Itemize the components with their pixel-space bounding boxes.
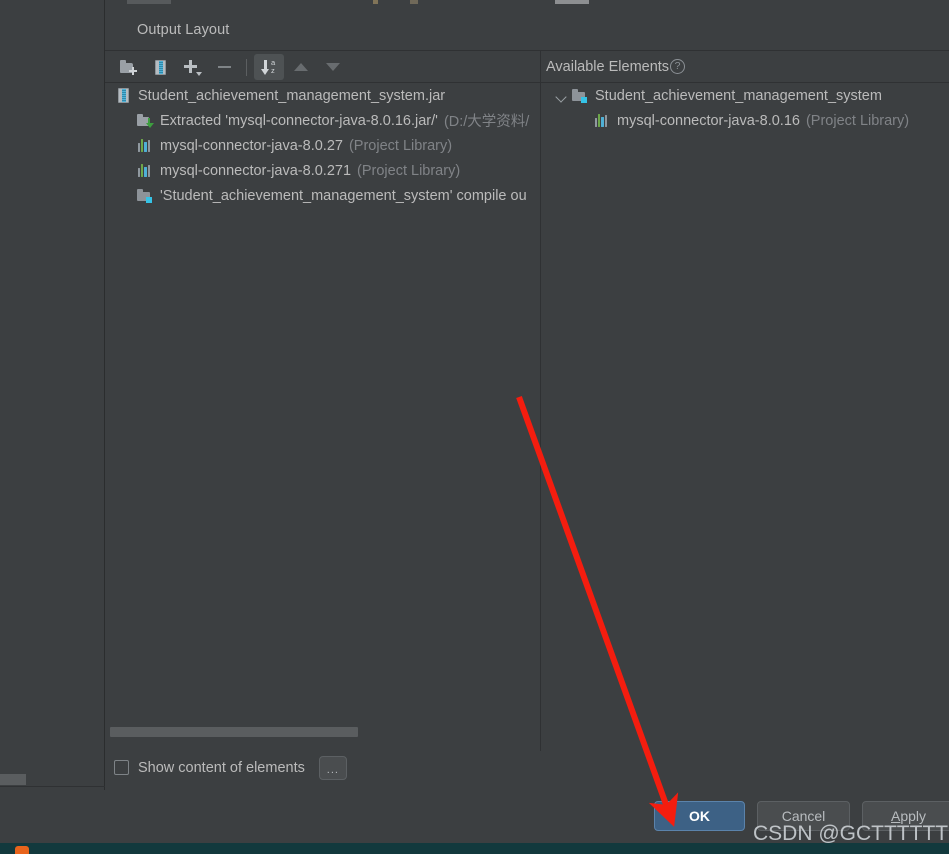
- cancel-button[interactable]: Cancel: [757, 801, 850, 831]
- library-icon: [136, 139, 154, 152]
- output-layout-dialog: Output Layout a z Available Elements ? S…: [105, 5, 949, 792]
- taskbar-app-icon[interactable]: [15, 846, 29, 854]
- sort-elements-button[interactable]: az: [254, 54, 284, 80]
- add-element-button[interactable]: [177, 54, 207, 80]
- show-content-label: Show content of elements: [138, 759, 305, 776]
- screen: Output Layout a z Available Elements ? S…: [0, 0, 949, 854]
- arrow-up-icon: [294, 63, 308, 71]
- footer-divider-left: [0, 786, 105, 787]
- os-taskbar: [0, 843, 949, 854]
- ok-button[interactable]: OK: [654, 801, 745, 831]
- sort-alpha-down-icon: az: [260, 58, 278, 76]
- output-layout-toolbar: az: [105, 51, 540, 83]
- table-row[interactable]: mysql-connector-java-8.0.27 (Project Lib…: [106, 133, 540, 158]
- minus-icon: [217, 65, 231, 69]
- chevron-down-icon[interactable]: [555, 89, 569, 103]
- table-row[interactable]: Extracted 'mysql-connector-java-8.0.16.j…: [106, 108, 540, 133]
- show-content-checkbox[interactable]: [114, 760, 129, 775]
- arrow-down-icon: [326, 63, 340, 71]
- tree-item-label: Extracted 'mysql-connector-java-8.0.16.j…: [160, 112, 438, 129]
- plus-dropdown-icon: [183, 59, 202, 76]
- table-row[interactable]: mysql-connector-java-8.0.16 (Project Lib…: [541, 108, 949, 133]
- horizontal-scrollbar-thumb[interactable]: [110, 727, 358, 737]
- apply-mnemonic: A: [890, 808, 901, 824]
- table-row[interactable]: Student_achievement_management_system.ja…: [106, 83, 540, 108]
- tree-item-note: (D:/大学资料/: [443, 114, 530, 130]
- remove-element-button[interactable]: [209, 54, 239, 80]
- options-strip: Show content of elements ...: [105, 745, 949, 790]
- library-icon: [593, 114, 611, 127]
- output-layout-tree[interactable]: Student_achievement_management_system.ja…: [106, 83, 540, 721]
- compile-output-folder-icon: [136, 188, 154, 203]
- gutter-scrollbar-thumb[interactable]: [0, 774, 26, 785]
- jar-archive-icon: [114, 88, 132, 103]
- tree-item-note: (Project Library): [805, 112, 910, 129]
- apply-rest: pply: [900, 808, 927, 824]
- tree-item-note: (Project Library): [357, 162, 461, 179]
- dialog-footer: OK Cancel Apply: [0, 790, 949, 843]
- folder-add-icon: [119, 59, 137, 75]
- available-elements-tree[interactable]: Student_achievement_management_system my…: [541, 83, 949, 721]
- module-folder-icon: [571, 88, 589, 103]
- table-row[interactable]: Student_achievement_management_system: [541, 83, 949, 108]
- tree-item-label: mysql-connector-java-8.0.271: [160, 162, 352, 179]
- question-circle-icon[interactable]: ?: [670, 59, 686, 74]
- jar-archive-icon: [154, 59, 166, 75]
- table-row[interactable]: 'Student_achievement_management_system' …: [106, 183, 540, 208]
- extracted-jar-icon: [136, 113, 154, 128]
- library-icon: [136, 164, 154, 177]
- move-up-button[interactable]: [286, 54, 316, 80]
- tree-item-label: 'Student_achievement_management_system' …: [160, 187, 527, 204]
- tree-item-label: Student_achievement_management_system.ja…: [138, 87, 446, 104]
- tree-item-label: Student_achievement_management_system: [595, 87, 882, 104]
- tree-item-label: mysql-connector-java-8.0.16: [617, 112, 800, 129]
- page-title: Output Layout: [137, 22, 230, 38]
- tree-item-label: mysql-connector-java-8.0.27: [160, 137, 343, 154]
- apply-button[interactable]: Apply: [862, 801, 949, 831]
- add-directory-button[interactable]: [113, 54, 143, 80]
- add-archive-button[interactable]: [145, 54, 175, 80]
- tree-item-note: (Project Library): [348, 137, 453, 154]
- more-options-button[interactable]: ...: [318, 755, 347, 780]
- left-gutter: [0, 0, 105, 790]
- move-down-button[interactable]: [318, 54, 348, 80]
- available-elements-header: Available Elements ?: [541, 51, 949, 82]
- table-row[interactable]: mysql-connector-java-8.0.271 (Project Li…: [106, 158, 540, 183]
- toolbar-separator: [246, 58, 247, 76]
- horizontal-scrollbar[interactable]: [106, 726, 540, 738]
- available-elements-title: Available Elements: [546, 58, 670, 75]
